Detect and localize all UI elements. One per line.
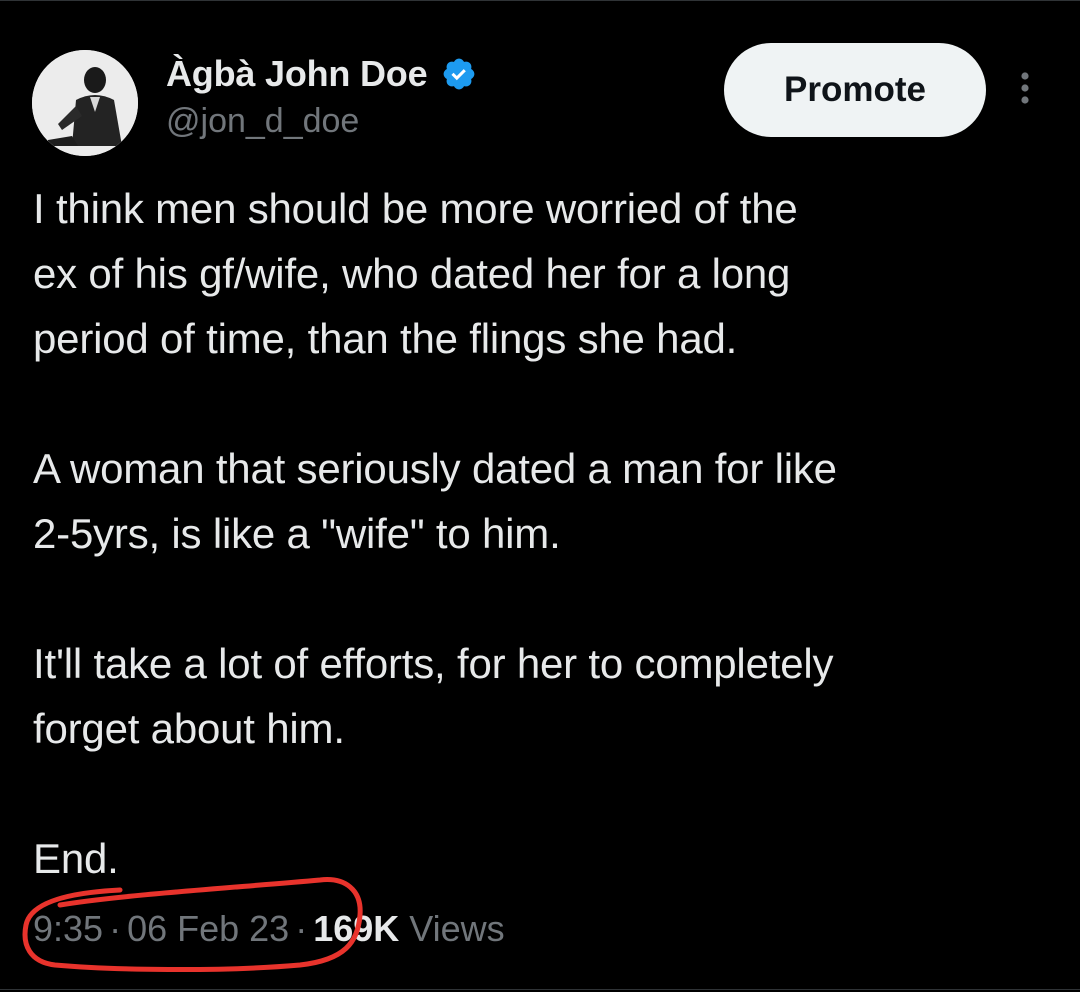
tweet-paragraph: End.	[33, 835, 119, 882]
tweet-paragraph: A woman that seriously dated a man for l…	[33, 445, 837, 557]
display-name[interactable]: Àgbà John Doe	[166, 53, 428, 95]
tweet-date[interactable]: 06 Feb 23	[127, 908, 289, 949]
tweet-text: I think men should be more worried of th…	[33, 176, 1063, 891]
tweet-meta: 9:35 · 06 Feb 23 · 169K Views	[33, 908, 505, 950]
user-handle[interactable]: @jon_d_doe	[166, 102, 359, 141]
meta-separator: ·	[109, 908, 122, 949]
verified-badge-icon	[441, 56, 477, 92]
tweet-paragraph: I think men should be more worried of th…	[33, 185, 798, 362]
name-row: Àgbà John Doe	[166, 52, 477, 96]
meta-separator: ·	[295, 908, 308, 949]
more-vertical-icon[interactable]	[1010, 66, 1040, 116]
tweet-paragraph: It'll take a lot of efforts, for her to …	[33, 640, 834, 752]
bottom-divider	[0, 989, 1080, 990]
top-divider	[0, 0, 1080, 1]
views-count: 169K	[313, 908, 400, 949]
promote-button[interactable]: Promote	[724, 43, 986, 137]
tweet-time[interactable]: 9:35	[33, 908, 103, 949]
avatar[interactable]	[32, 50, 138, 156]
views-label[interactable]: Views	[409, 908, 504, 949]
avatar-photo	[32, 50, 138, 156]
